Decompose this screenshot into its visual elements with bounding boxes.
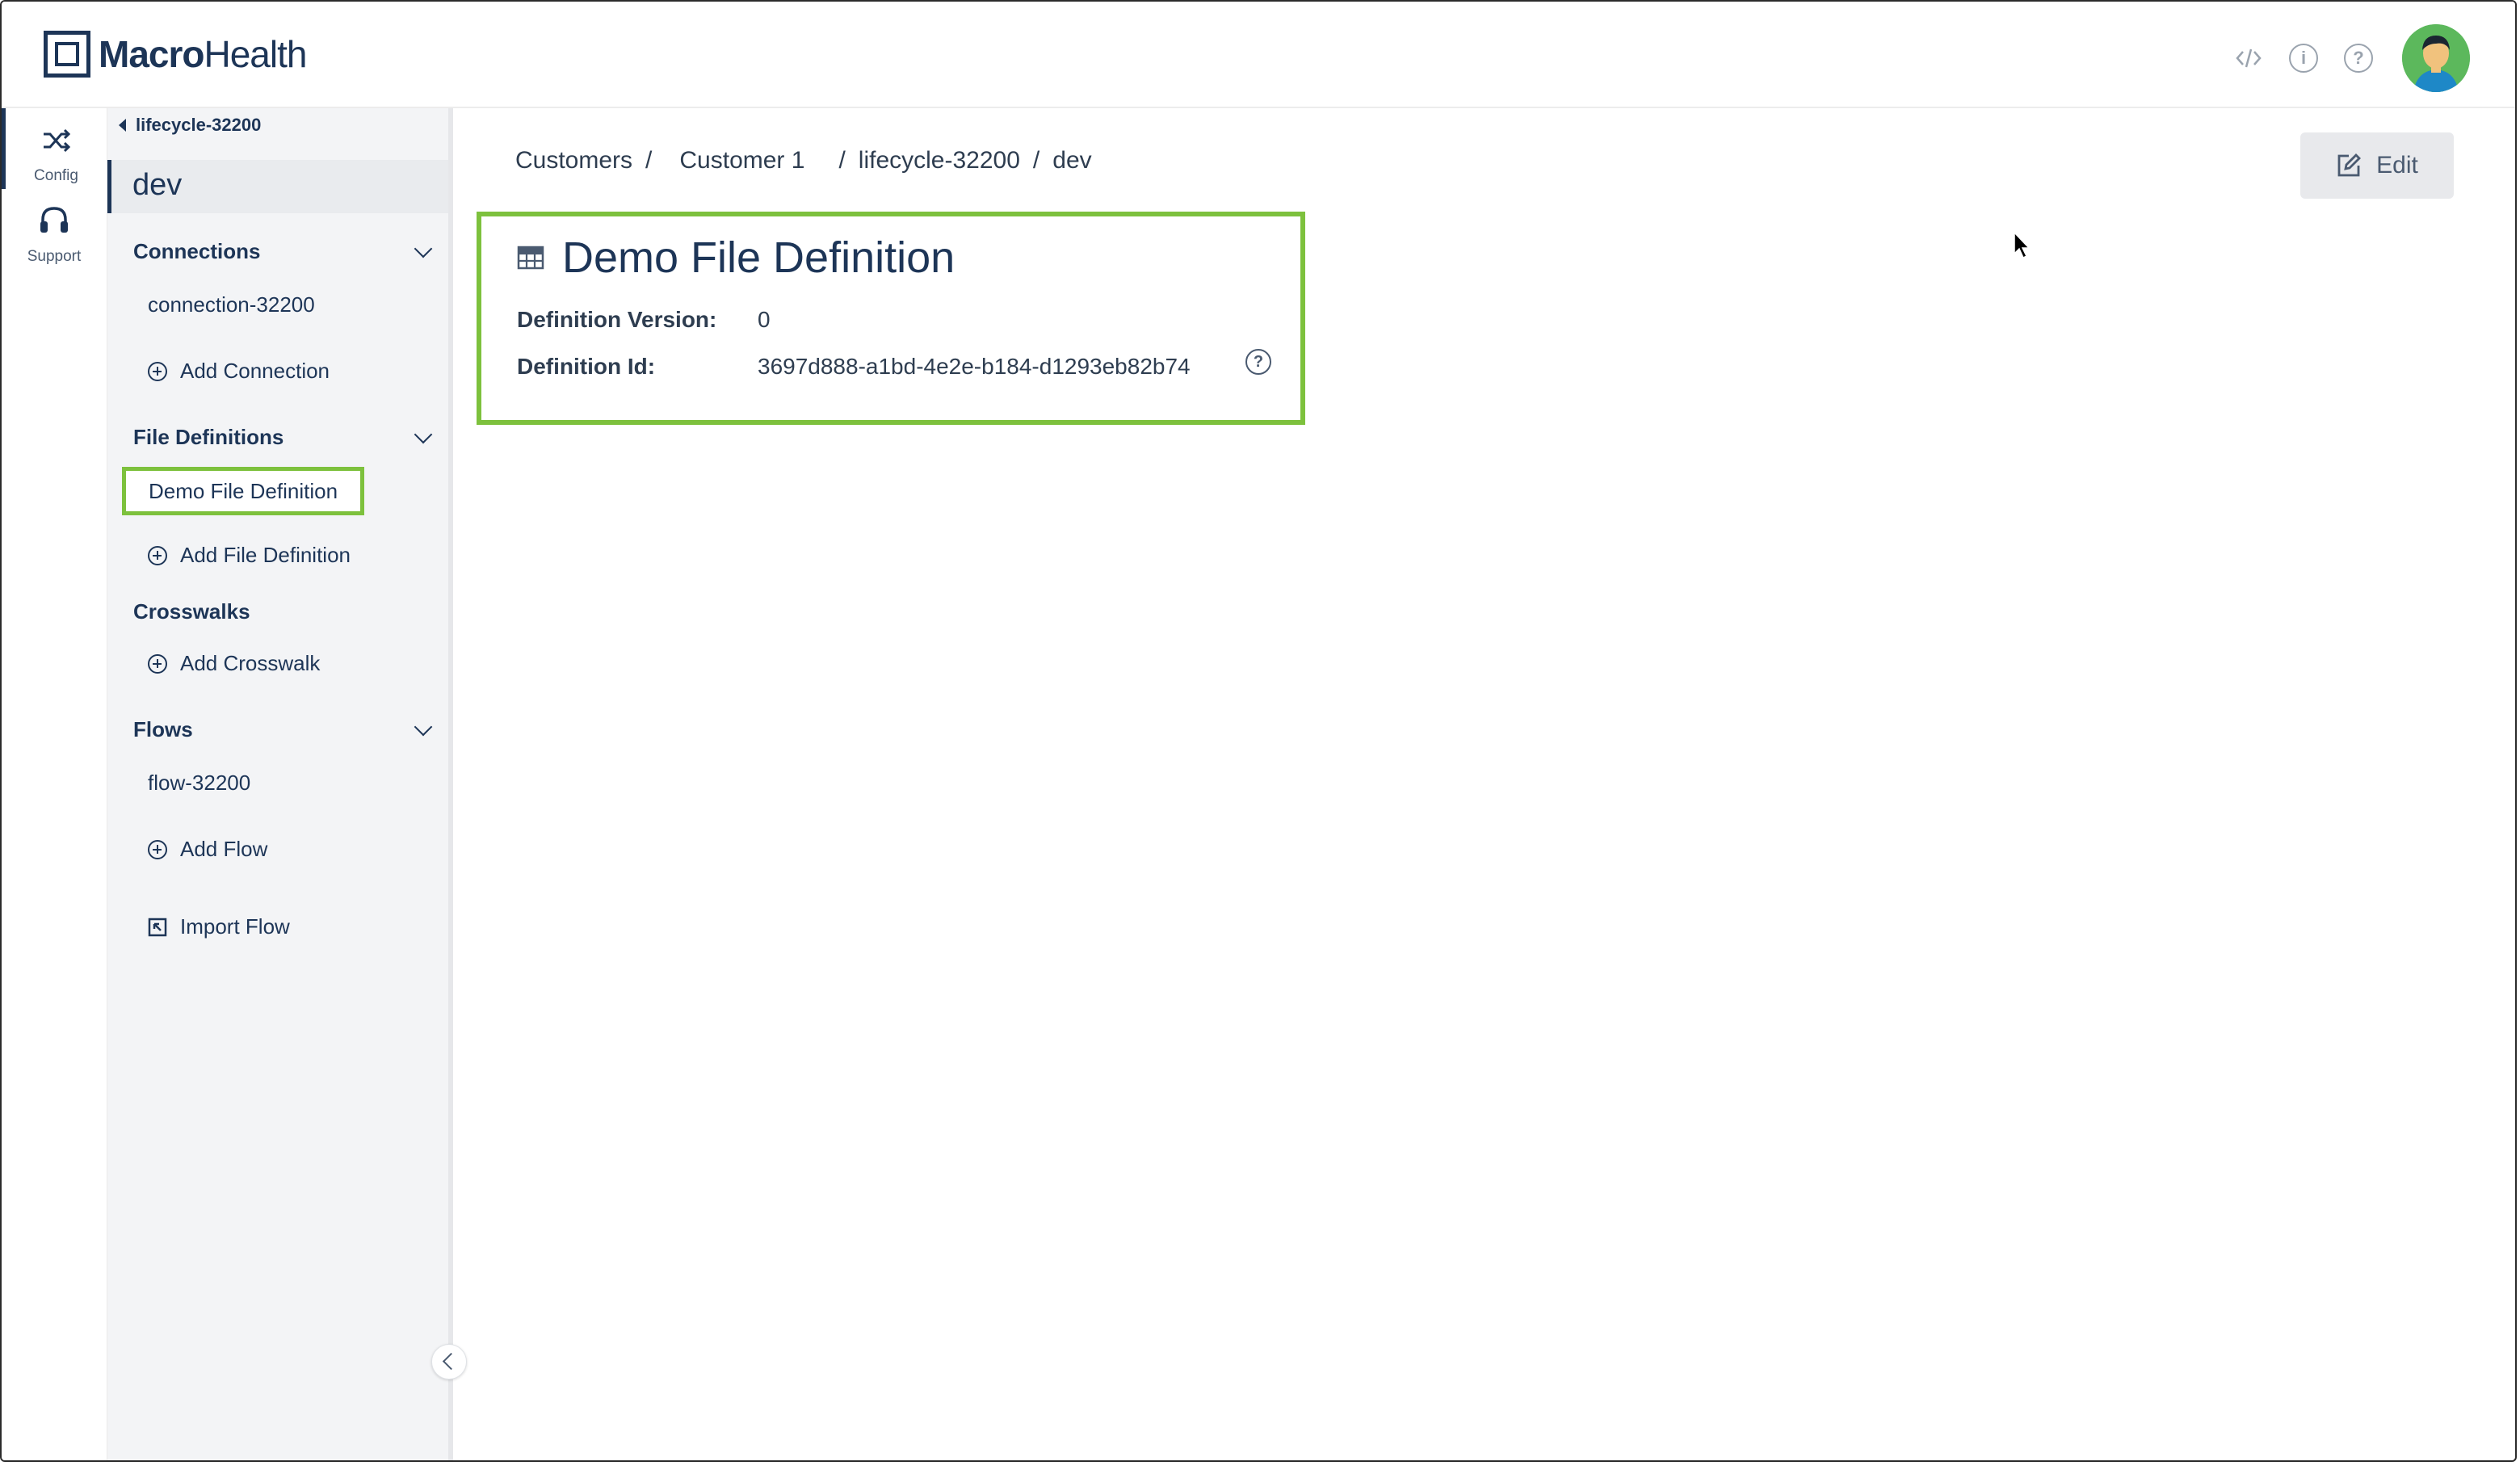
caret-left-icon bbox=[119, 119, 126, 132]
add-connection-label: Add Connection bbox=[180, 359, 330, 383]
add-flow-label: Add Flow bbox=[180, 837, 268, 861]
add-connection-button[interactable]: Add Connection bbox=[148, 359, 330, 384]
crosswalks-section-title: Crosswalks bbox=[133, 599, 250, 624]
chevron-down-icon[interactable] bbox=[414, 428, 430, 444]
chevron-down-icon[interactable] bbox=[414, 720, 430, 737]
import-icon bbox=[148, 918, 167, 937]
plus-circle-icon bbox=[148, 361, 167, 381]
sidebar: lifecycle-32200 dev Connections connecti… bbox=[107, 108, 453, 1460]
back-link[interactable]: lifecycle-32200 bbox=[119, 115, 261, 136]
add-file-definition-button[interactable]: Add File Definition bbox=[148, 543, 351, 568]
mouse-cursor-icon bbox=[2014, 231, 2031, 259]
app-window: MacroHealth i ? Config Support lifecycle… bbox=[0, 0, 2517, 1462]
edit-button-label: Edit bbox=[2376, 152, 2418, 178]
rail-item-support[interactable]: Support bbox=[2, 197, 107, 278]
back-link-label: lifecycle-32200 bbox=[136, 115, 262, 135]
definition-version-value: 0 bbox=[758, 307, 771, 332]
flows-section-title: Flows bbox=[133, 717, 193, 741]
shuffle-icon bbox=[6, 108, 107, 167]
definition-title: Demo File Definition bbox=[517, 233, 955, 283]
definition-version-label: Definition Version: bbox=[517, 307, 717, 332]
left-rail: Config Support bbox=[2, 108, 107, 1460]
definition-card: Demo File Definition Definition Version:… bbox=[477, 212, 1305, 425]
breadcrumb: Customers / Customer 1 / lifecycle-32200… bbox=[515, 147, 1092, 174]
breadcrumb-customers[interactable]: Customers bbox=[515, 147, 632, 174]
logo-text: MacroHealth bbox=[99, 33, 307, 75]
info-icon[interactable]: i bbox=[2287, 42, 2320, 74]
sidebar-item-flow[interactable]: flow-32200 bbox=[148, 771, 250, 796]
add-flow-button[interactable]: Add Flow bbox=[148, 837, 267, 862]
breadcrumb-lifecycle[interactable]: lifecycle-32200 bbox=[859, 147, 1020, 174]
sidebar-item-connection[interactable]: connection-32200 bbox=[148, 292, 315, 317]
logo-mark-icon bbox=[44, 31, 90, 78]
table-icon bbox=[517, 246, 544, 270]
import-flow-label: Import Flow bbox=[180, 914, 290, 939]
breadcrumb-environment[interactable]: dev bbox=[1052, 147, 1091, 174]
definition-title-text: Demo File Definition bbox=[562, 233, 956, 282]
collapse-sidebar-button[interactable] bbox=[431, 1344, 467, 1380]
code-icon[interactable] bbox=[2232, 42, 2265, 74]
headset-icon bbox=[2, 197, 107, 248]
plus-circle-icon bbox=[148, 653, 167, 674]
rail-item-config[interactable]: Config bbox=[2, 108, 107, 189]
top-header: MacroHealth i ? bbox=[2, 2, 2515, 108]
sidebar-item-demo-file-definition[interactable]: Demo File Definition bbox=[122, 467, 364, 515]
header-actions: i ? bbox=[2210, 24, 2470, 92]
breadcrumb-separator: / bbox=[1032, 147, 1040, 174]
sidebar-item-label: Demo File Definition bbox=[148, 478, 338, 503]
rail-label-support: Support bbox=[27, 248, 82, 265]
definition-id-label: Definition Id: bbox=[517, 354, 656, 379]
add-file-definition-label: Add File Definition bbox=[180, 543, 351, 567]
user-avatar[interactable] bbox=[2402, 24, 2470, 92]
definition-id-value: 3697d888-a1bd-4e2e-b184-d1293eb82b74 bbox=[758, 354, 1191, 379]
breadcrumb-separator: / bbox=[838, 147, 846, 174]
environment-name: dev bbox=[132, 168, 183, 202]
help-icon[interactable]: ? bbox=[2342, 42, 2375, 74]
connections-section-title: Connections bbox=[133, 239, 261, 263]
environment-title: dev bbox=[107, 160, 448, 213]
breadcrumb-customer[interactable]: Customer 1 bbox=[679, 147, 804, 174]
add-crosswalk-label: Add Crosswalk bbox=[180, 651, 321, 675]
add-crosswalk-button[interactable]: Add Crosswalk bbox=[148, 651, 320, 676]
breadcrumb-separator: / bbox=[645, 147, 653, 174]
edit-icon bbox=[2337, 153, 2362, 177]
plus-circle-icon bbox=[148, 839, 167, 859]
rail-label-config: Config bbox=[34, 167, 78, 184]
definition-id-help-icon[interactable]: ? bbox=[1245, 349, 1271, 375]
plus-circle-icon bbox=[148, 545, 167, 565]
edit-button[interactable]: Edit bbox=[2300, 132, 2454, 199]
chevron-down-icon[interactable] bbox=[414, 242, 430, 258]
import-flow-button[interactable]: Import Flow bbox=[148, 914, 290, 939]
file-definitions-section-title: File Definitions bbox=[133, 425, 284, 449]
macrohealth-logo[interactable]: MacroHealth bbox=[44, 27, 307, 81]
